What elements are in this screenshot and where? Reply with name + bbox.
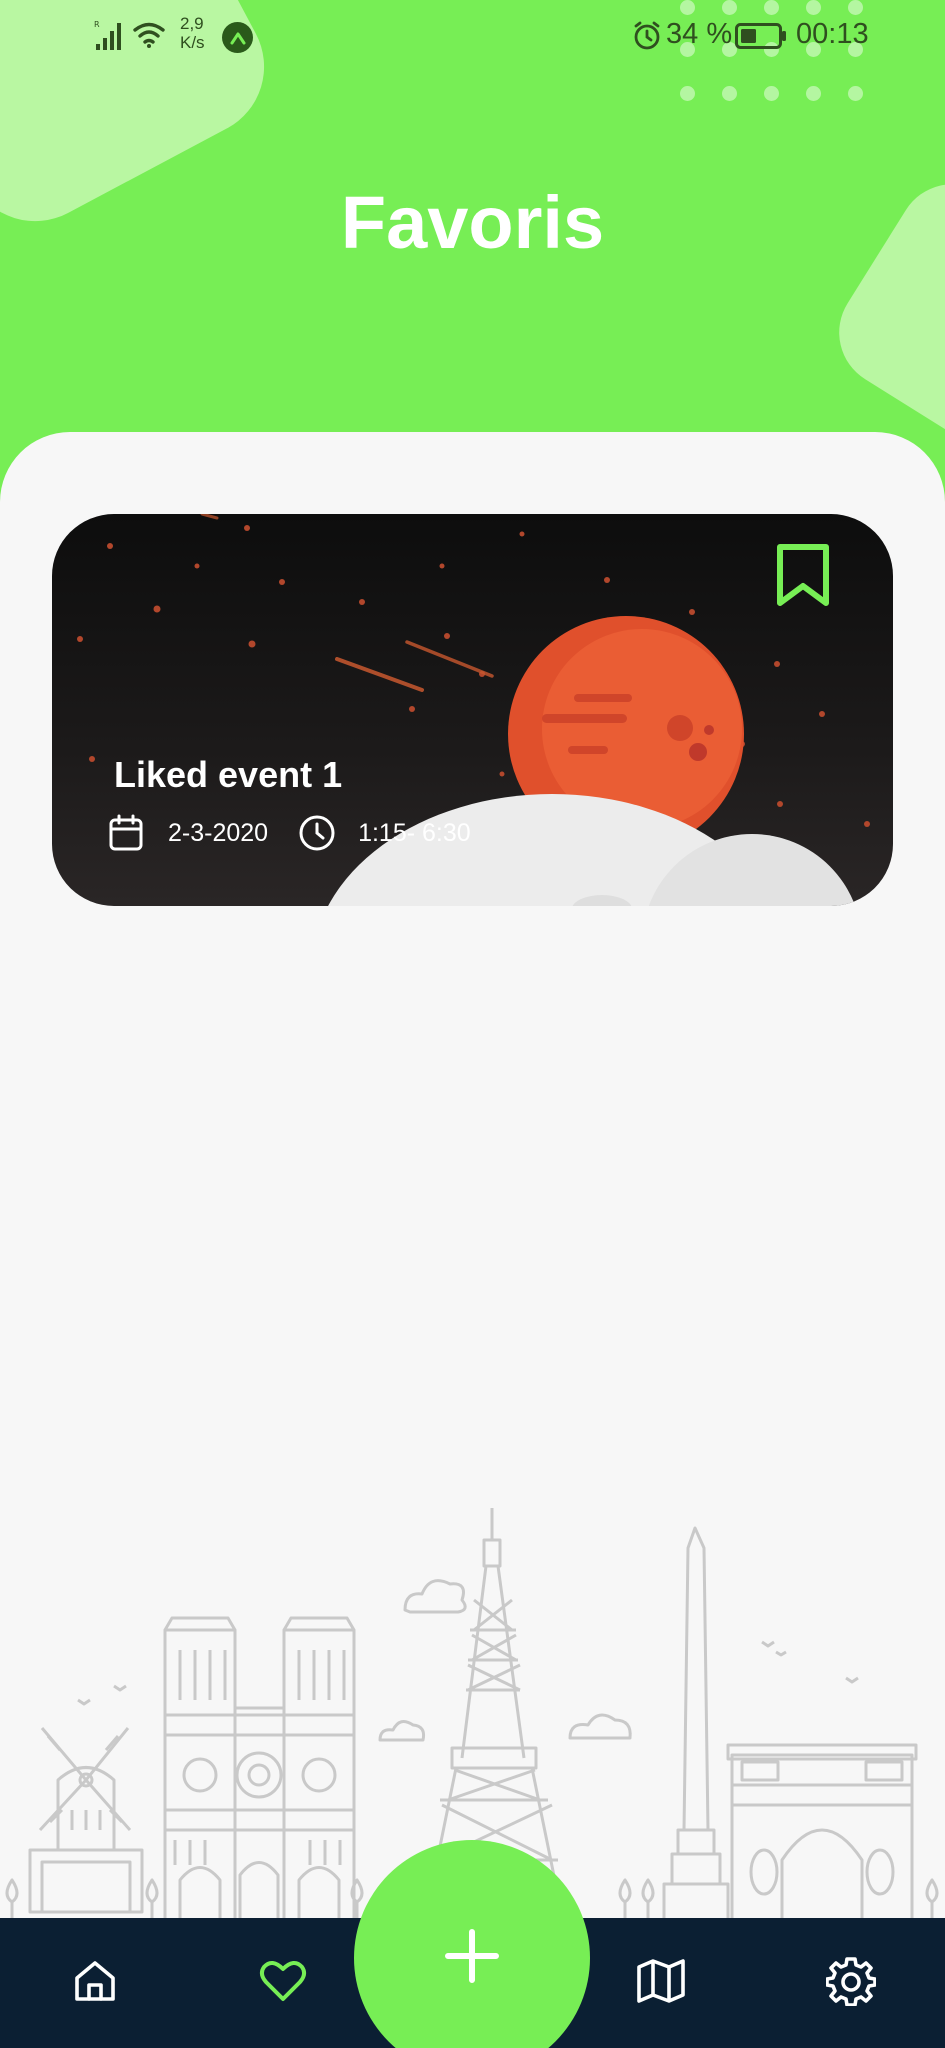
alarm-icon [632,21,662,51]
map-icon [636,1958,686,2009]
nav-favorites-button[interactable] [228,1918,338,2048]
battery-percent: 34 % [666,18,733,50]
network-speed: 2,9 K/s [180,14,205,52]
arc-de-triomphe-icon [726,1743,918,1920]
event-date: 2-3-2020 [168,818,269,847]
bookmark-icon[interactable] [775,542,831,608]
calendar-icon [108,814,144,852]
obelisk-icon [662,1526,730,1920]
nav-map-button[interactable] [606,1918,716,2048]
event-meta: 2-3-2020 1:15- 6:30 [108,811,471,855]
heart-icon [258,1958,308,2009]
nav-home-button[interactable] [40,1918,150,2048]
wifi-icon [132,20,168,50]
gear-icon [825,1956,877,2011]
network-speed-value: 2,9 [180,14,204,33]
status-bar: R 2,9 K/s 34 % 00:13 [0,0,945,75]
home-icon [72,1958,118,2009]
windmill-icon [28,1727,144,1914]
network-speed-unit: K/s [180,33,205,52]
nearby-app-icon [222,22,253,53]
event-time: 1:15- 6:30 [358,818,471,847]
page-title: Favoris [340,181,605,264]
notre-dame-icon [163,1616,356,1920]
plus-icon [444,1928,500,1989]
clock-icon [298,814,336,852]
svg-text:R: R [94,20,100,29]
favorite-event-card[interactable]: Liked event 1 2-3-2020 1:15- 6:30 [52,514,893,906]
clock-time: 00:13 [796,18,869,50]
nav-settings-button[interactable] [796,1918,906,2048]
battery-icon [735,23,787,49]
event-title: Liked event 1 [114,754,343,795]
signal-icon: R [94,18,126,52]
